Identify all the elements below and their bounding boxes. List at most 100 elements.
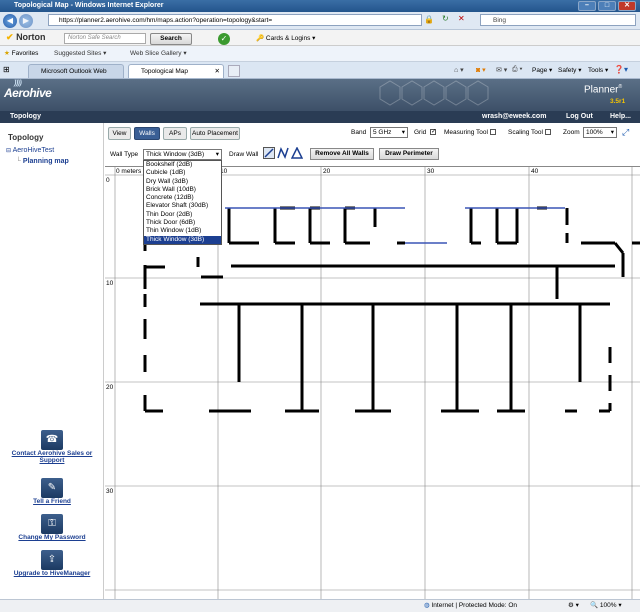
search-placeholder: Bing xyxy=(493,17,507,24)
wall-option[interactable]: Brick Wall (10dB) xyxy=(144,186,221,194)
aerohive-logo: )))) Aerohive xyxy=(4,80,52,100)
draw-triangle-icon[interactable] xyxy=(290,146,304,159)
star-icon: ★ xyxy=(4,50,10,57)
wall-option[interactable]: Thin Window (1dB) xyxy=(144,227,221,235)
wall-option[interactable]: Elevator Shaft (30dB) xyxy=(144,202,221,210)
wall-option[interactable]: Thin Door (2dB) xyxy=(144,211,221,219)
y-axis-label: 10 xyxy=(106,280,114,287)
sidebar-link-change-password[interactable]: ⚿ Change My Password xyxy=(0,514,104,544)
maximize-button[interactable]: □ xyxy=(598,1,616,11)
remove-all-walls-button[interactable]: Remove All Walls xyxy=(310,148,374,160)
user-email: wrash@eweek.com xyxy=(482,113,547,120)
search-input[interactable]: Bing xyxy=(480,14,636,26)
measuring-checkbox[interactable] xyxy=(489,129,496,136)
protected-mode-icon[interactable]: ⚙ ▾ xyxy=(568,600,579,612)
draw-perimeter-button[interactable]: Draw Perimeter xyxy=(379,148,439,160)
tree-root[interactable]: ⊟ AeroHiveTest xyxy=(6,147,54,154)
wall-option[interactable]: Thick Door (6dB) xyxy=(144,219,221,227)
nav-tab-topology[interactable]: Topology xyxy=(10,111,41,123)
globe-icon: ◍ xyxy=(424,602,430,609)
x-axis-label: 30 xyxy=(427,168,435,175)
tab-auto-placement[interactable]: Auto Placement xyxy=(190,127,240,140)
x-axis-label: 40 xyxy=(531,168,539,175)
tab-view[interactable]: View xyxy=(108,127,131,140)
window-title-bar: Topological Map - Windows Internet Explo… xyxy=(0,0,640,12)
tab-aps[interactable]: APs xyxy=(163,127,187,140)
tools-menu[interactable]: Tools ▾ xyxy=(588,66,608,74)
norton-search-input[interactable]: Norton Safe Search xyxy=(64,33,146,44)
close-window-button[interactable]: ✕ xyxy=(618,1,636,11)
quick-tabs-icon[interactable]: ⊞ xyxy=(3,65,10,74)
norton-search-button[interactable]: Search xyxy=(150,33,192,45)
upgrade-icon: ⇪ xyxy=(41,550,63,570)
band-label: Band xyxy=(351,129,367,136)
tab-topological-map[interactable]: Topological Map ✕ xyxy=(128,64,224,78)
zoom-select[interactable]: 100% ▾ xyxy=(583,127,617,138)
scaling-checkbox[interactable] xyxy=(544,129,551,136)
app-header xyxy=(0,79,640,111)
back-button[interactable]: ◀ xyxy=(3,14,17,28)
sidebar-heading: Topology xyxy=(8,133,44,142)
wall-option[interactable]: Cubicle (1dB) xyxy=(144,169,221,177)
wall-option-selected[interactable]: Thick Window (3dB) xyxy=(144,235,221,244)
norton-safe-icon[interactable]: ✓ xyxy=(218,33,230,45)
feeds-icon[interactable]: ◙ ▾ xyxy=(476,66,486,74)
help-link[interactable]: Help... xyxy=(610,111,631,123)
logout-link[interactable]: Log Out xyxy=(566,111,593,123)
mail-icon[interactable]: ✉ ▾ xyxy=(496,66,507,74)
print-icon[interactable]: ⎙ ▾ xyxy=(512,66,523,74)
product-version: 3.5r1 xyxy=(610,98,626,105)
grid-toggle[interactable]: Grid ✓ xyxy=(414,129,436,136)
home-icon[interactable]: ⌂ ▾ xyxy=(454,66,464,74)
grid-checkbox[interactable]: ✓ xyxy=(430,129,436,136)
page-menu[interactable]: Page ▾ xyxy=(532,66,552,74)
close-tab-icon[interactable]: ✕ xyxy=(215,65,220,78)
chevron-down-icon: ▾ xyxy=(215,151,219,158)
wall-option[interactable]: Bookshelf (2dB) xyxy=(144,161,221,169)
sidebar-link-upgrade[interactable]: ⇪ Upgrade to HiveManager xyxy=(0,550,104,584)
chevron-down-icon: ▾ xyxy=(610,129,614,136)
address-input[interactable]: https://planner2.aerohive.com/hm/maps.ac… xyxy=(48,14,422,26)
chevron-down-icon: ▾ xyxy=(401,129,405,136)
new-tab-button[interactable] xyxy=(228,65,240,77)
y-axis-label: 30 xyxy=(106,488,114,495)
forward-button[interactable]: ▶ xyxy=(19,14,33,28)
draw-line-icon[interactable] xyxy=(263,147,275,159)
cards-logins-button[interactable]: 🔑 Cards & Logins ▾ xyxy=(256,34,315,42)
stop-icon[interactable]: ✕ xyxy=(458,14,465,23)
measuring-tool-toggle[interactable]: Measuring Tool xyxy=(444,129,496,136)
norton-logo: ✔ Norton xyxy=(6,32,46,42)
password-icon: ⚿ xyxy=(41,514,63,534)
safety-menu[interactable]: Safety ▾ xyxy=(558,66,582,74)
wall-type-label: Wall Type xyxy=(110,151,139,158)
wall-option[interactable]: Concrete (12dB) xyxy=(144,194,221,202)
scaling-tool-toggle[interactable]: Scaling Tool xyxy=(508,129,551,136)
wall-type-select[interactable]: Thick Window (3dB) ▾ xyxy=(143,149,222,160)
refresh-icon[interactable]: ↻ xyxy=(442,14,449,23)
favorites-button[interactable]: ★ Favorites xyxy=(4,49,38,57)
tab-walls[interactable]: Walls xyxy=(134,127,160,140)
y-axis-label: 0 xyxy=(106,177,110,184)
sidebar-link-contact[interactable]: ☎ Contact Aerohive Sales or Support xyxy=(0,430,104,470)
product-name: Planner® xyxy=(584,84,623,96)
suggested-sites-link[interactable]: Suggested Sites ▾ xyxy=(54,49,106,57)
help-icon[interactable]: ❓▾ xyxy=(614,65,628,74)
web-slice-gallery-link[interactable]: Web Slice Gallery ▾ xyxy=(130,49,187,57)
zoom-icon: 🔍 xyxy=(590,602,599,609)
sidebar-link-tell-friend[interactable]: ✎ Tell a Friend xyxy=(0,478,104,508)
lock-icon[interactable]: 🔒 xyxy=(424,15,434,24)
tree-collapse-icon: ⊟ xyxy=(6,148,12,154)
draw-polyline-icon[interactable] xyxy=(277,147,289,159)
tree-item-planning-map[interactable]: └ Planning map xyxy=(16,158,69,165)
wall-type-dropdown-list[interactable]: Bookshelf (2dB) Cubicle (1dB) Dry Wall (… xyxy=(143,160,222,245)
band-select[interactable]: 5 GHz ▾ xyxy=(370,127,408,138)
wall-option[interactable]: Dry Wall (3dB) xyxy=(144,178,221,186)
hexagon-pattern xyxy=(370,79,510,111)
fullscreen-icon[interactable]: ⤢ xyxy=(622,127,629,138)
contact-support-icon: ☎ xyxy=(41,430,63,450)
tab-outlook[interactable]: Microsoft Outlook Web Access xyxy=(28,64,124,88)
x-axis-label: 20 xyxy=(323,168,331,175)
x-axis-label: 0 meters xyxy=(116,168,142,175)
status-zoom[interactable]: 🔍 100% ▾ xyxy=(590,600,622,612)
minimize-button[interactable]: – xyxy=(578,1,596,11)
